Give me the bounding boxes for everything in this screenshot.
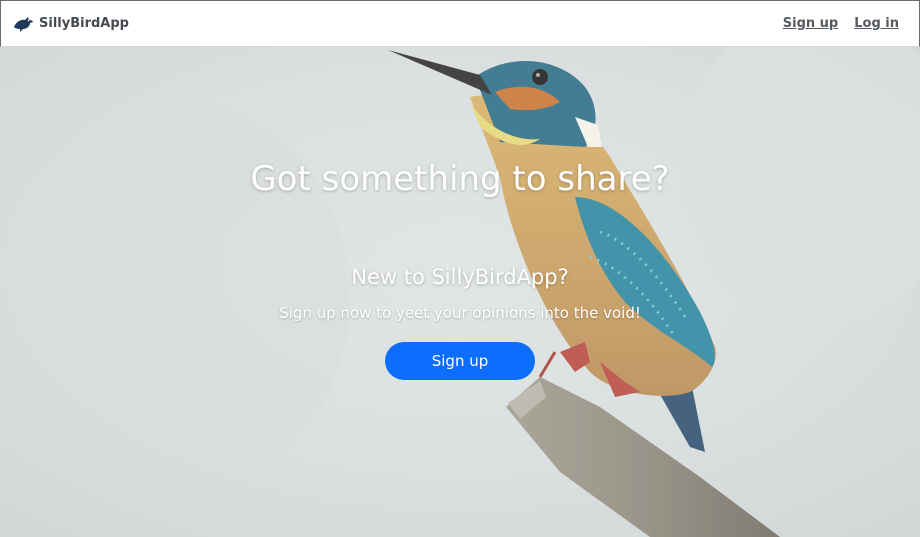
brand-name: SillyBirdApp	[39, 16, 129, 31]
hero: Got something to share? New to SillyBird…	[0, 47, 920, 537]
hero-text: Sign up now to yeet your opinions into t…	[279, 304, 641, 322]
hero-title: Got something to share?	[250, 159, 670, 199]
bird-icon	[14, 16, 33, 32]
nav-login-link[interactable]: Log in	[854, 16, 899, 31]
navbar: SillyBirdApp Sign up Log in	[0, 0, 920, 47]
hero-content: Got something to share? New to SillyBird…	[0, 47, 920, 537]
nav-signup-link[interactable]: Sign up	[783, 16, 838, 31]
hero-subtitle: New to SillyBirdApp?	[351, 265, 569, 289]
nav-links: Sign up Log in	[767, 16, 899, 31]
brand[interactable]: SillyBirdApp	[12, 15, 129, 33]
signup-button[interactable]: Sign up	[385, 342, 535, 380]
